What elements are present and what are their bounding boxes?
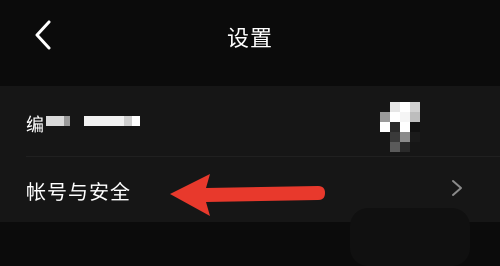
username-label: 编	[26, 115, 44, 136]
account-security-label: 帐号与安全	[26, 180, 131, 204]
username-pixelated-redaction	[46, 116, 140, 126]
chevron-right-icon	[452, 180, 462, 196]
page-title: 设置	[226, 27, 273, 52]
row-divider	[26, 156, 500, 157]
settings-row-profile[interactable]: 编	[0, 86, 500, 154]
avatar[interactable]	[380, 100, 430, 154]
red-arrow-annotation	[170, 174, 325, 216]
blurred-overlay	[350, 208, 470, 266]
nav-header: 设置	[0, 0, 500, 74]
settings-screen: 设置 编 帐号与安全	[0, 0, 500, 266]
